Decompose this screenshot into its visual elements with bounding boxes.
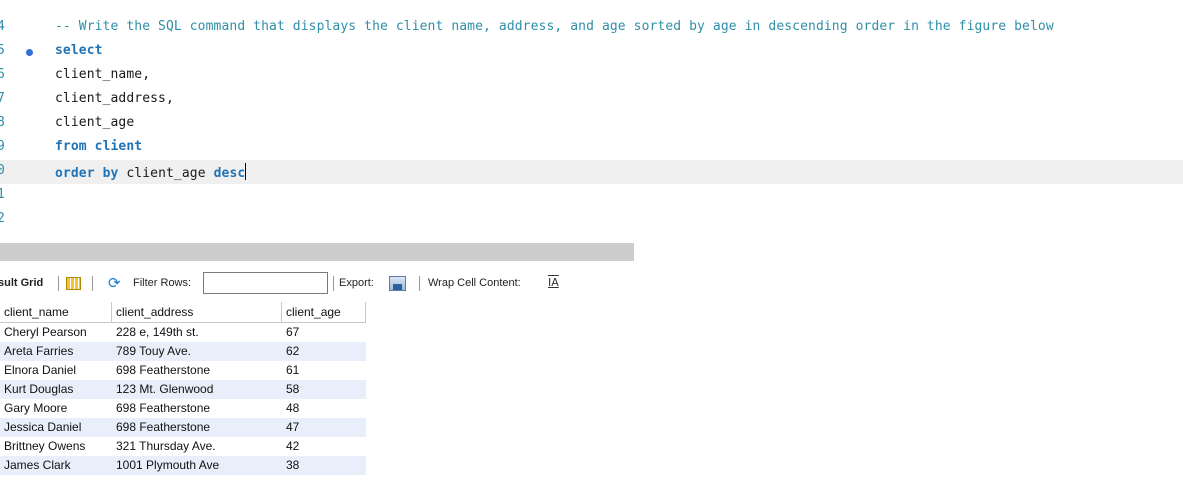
- sql-keyword: desc: [213, 166, 246, 181]
- cell-client-address[interactable]: 123 Mt. Glenwood: [112, 380, 282, 399]
- line-number: 1: [0, 187, 5, 202]
- cell-client-address[interactable]: 228 e, 149th st.: [112, 323, 282, 342]
- code-line-10-current[interactable]: 0 order by client_age desc: [0, 160, 1183, 184]
- table-row[interactable]: Elnora Daniel 698 Featherstone 61: [0, 361, 366, 380]
- result-grid[interactable]: client_name client_address client_age Ch…: [0, 302, 366, 475]
- line-number: 2: [0, 211, 5, 226]
- line-number: 8: [0, 115, 5, 130]
- toolbar-divider: [92, 276, 93, 291]
- cell-client-name[interactable]: Cheryl Pearson: [0, 323, 112, 342]
- sql-keyword: client: [94, 139, 143, 154]
- cell-client-address[interactable]: 698 Featherstone: [112, 361, 282, 380]
- cell-client-address[interactable]: 1001 Plymouth Ave: [112, 456, 282, 475]
- line-number: 4: [0, 19, 5, 34]
- cell-client-age[interactable]: 62: [282, 342, 366, 361]
- text-cursor: [245, 163, 247, 180]
- sql-column: client_name,: [55, 67, 151, 82]
- code-line-12[interactable]: 2: [0, 208, 1183, 232]
- cell-client-age[interactable]: 42: [282, 437, 366, 456]
- sql-from-clause: from client: [55, 139, 142, 154]
- table-row[interactable]: Cheryl Pearson 228 e, 149th st. 67: [0, 323, 366, 342]
- result-toolbar: sult Grid ⟳ Filter Rows: Export: Wrap Ce…: [0, 271, 1183, 295]
- refresh-icon[interactable]: ⟳: [108, 274, 126, 292]
- wrap-cell-content-label: Wrap Cell Content:: [428, 277, 521, 289]
- table-row[interactable]: Brittney Owens 321 Thursday Ave. 42: [0, 437, 366, 456]
- toolbar-divider: [333, 276, 334, 291]
- line-number: 3: [0, 0, 5, 4]
- result-grid-tab[interactable]: sult Grid: [0, 271, 43, 295]
- cell-client-name[interactable]: Jessica Daniel: [0, 418, 112, 437]
- column-header-client-age[interactable]: client_age: [282, 302, 366, 322]
- export-icon[interactable]: [389, 276, 406, 291]
- table-row[interactable]: James Clark 1001 Plymouth Ave 38: [0, 456, 366, 475]
- cell-client-age[interactable]: 47: [282, 418, 366, 437]
- code-line-11[interactable]: 1: [0, 184, 1183, 208]
- line-number: 0: [0, 163, 5, 178]
- toolbar-divider: [58, 276, 59, 291]
- sql-column: client_age: [55, 115, 135, 130]
- table-row[interactable]: Kurt Douglas 123 Mt. Glenwood 58: [0, 380, 366, 399]
- table-row[interactable]: Jessica Daniel 698 Featherstone 47: [0, 418, 366, 437]
- column-header-client-address[interactable]: client_address: [112, 302, 282, 322]
- sql-editor[interactable]: 3 4 -- Write the SQL command that displa…: [0, 0, 1183, 243]
- code-line-3[interactable]: 3: [0, 0, 1183, 10]
- sql-keyword: from: [55, 139, 87, 154]
- cell-client-name[interactable]: Brittney Owens: [0, 437, 112, 456]
- grid-header-row: client_name client_address client_age: [0, 302, 366, 323]
- line-number: 5: [0, 43, 5, 58]
- code-line-9[interactable]: 9 from client: [0, 136, 1183, 160]
- sql-keyword: by: [102, 166, 119, 181]
- cell-client-age[interactable]: 58: [282, 380, 366, 399]
- toolbar-divider: [419, 276, 420, 291]
- line-number: 6: [0, 67, 5, 82]
- grid-body: Cheryl Pearson 228 e, 149th st. 67 Areta Fa…: [0, 323, 366, 475]
- code-line-6[interactable]: 6 client_name,: [0, 64, 1183, 88]
- line-number: 7: [0, 91, 5, 106]
- cell-client-name[interactable]: James Clark: [0, 456, 112, 475]
- cell-client-address[interactable]: 789 Touy Ave.: [112, 342, 282, 361]
- cell-client-age[interactable]: 61: [282, 361, 366, 380]
- filter-rows-input[interactable]: [203, 272, 328, 294]
- cell-client-address[interactable]: 698 Featherstone: [112, 399, 282, 418]
- cell-client-name[interactable]: Gary Moore: [0, 399, 112, 418]
- code-line-7[interactable]: 7 client_address,: [0, 88, 1183, 112]
- editor-horizontal-scrollbar[interactable]: [0, 243, 634, 261]
- table-row[interactable]: Areta Farries 789 Touy Ave. 62: [0, 342, 366, 361]
- cell-client-age[interactable]: 48: [282, 399, 366, 418]
- cell-client-address[interactable]: 698 Featherstone: [112, 418, 282, 437]
- sql-keyword: order: [55, 166, 95, 181]
- filter-rows-label: Filter Rows:: [133, 277, 192, 289]
- sql-column: client_address,: [55, 91, 174, 106]
- statement-marker-icon: [26, 49, 33, 56]
- cell-client-name[interactable]: Elnora Daniel: [0, 361, 112, 380]
- line-number: 9: [0, 139, 5, 154]
- sql-comment: -- Write the SQL command that displays t…: [55, 19, 1054, 34]
- sql-keyword-select: select: [55, 43, 103, 58]
- column-header-client-name[interactable]: client_name: [0, 302, 112, 322]
- export-label: Export:: [339, 277, 374, 289]
- wrap-cell-icon[interactable]: IA: [548, 276, 559, 290]
- cell-client-name[interactable]: Areta Farries: [0, 342, 112, 361]
- cell-client-age[interactable]: 38: [282, 456, 366, 475]
- code-line-4[interactable]: 4 -- Write the SQL command that displays…: [0, 16, 1183, 40]
- code-line-8[interactable]: 8 client_age: [0, 112, 1183, 136]
- table-row[interactable]: Gary Moore 698 Featherstone 48: [0, 399, 366, 418]
- cell-client-age[interactable]: 67: [282, 323, 366, 342]
- code-line-5[interactable]: 5 select: [0, 40, 1183, 64]
- cell-client-name[interactable]: Kurt Douglas: [0, 380, 112, 399]
- cell-client-address[interactable]: 321 Thursday Ave.: [112, 437, 282, 456]
- sql-order-clause: order by client_age desc: [55, 163, 247, 181]
- grid-view-icon[interactable]: [66, 277, 81, 290]
